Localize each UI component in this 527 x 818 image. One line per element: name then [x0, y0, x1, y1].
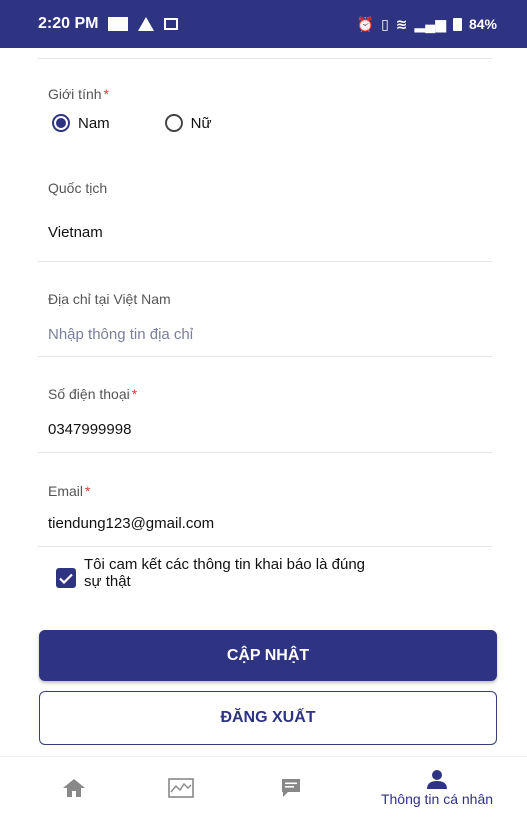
status-bar: 2:20 PM ⏰ ▯ ≋ ▂▄▆ 84%	[0, 0, 527, 48]
gender-radio-group: Nam Nữ	[52, 114, 212, 132]
notification-square-icon	[108, 17, 129, 31]
address-label: Địa chỉ tại Việt Nam	[48, 291, 171, 307]
email-label: Email *	[48, 483, 91, 499]
radio-selected-icon[interactable]	[52, 114, 70, 132]
email-input[interactable]: tiendung123@gmail.com	[48, 515, 214, 532]
address-input[interactable]: Nhập thông tin địa chỉ	[48, 326, 193, 343]
divider	[38, 546, 492, 547]
alert-icon	[138, 17, 155, 31]
wifi-icon: ≋	[395, 15, 408, 32]
phone-input[interactable]: 0347999998	[48, 421, 131, 438]
home-icon	[63, 778, 85, 797]
radio-unselected-icon[interactable]	[164, 114, 183, 132]
chart-icon	[168, 777, 194, 798]
bottom-navigation: Thông tin cá nhân	[0, 756, 527, 818]
divider	[38, 452, 492, 453]
gender-option-nu[interactable]: Nữ	[164, 114, 212, 132]
divider	[38, 58, 492, 59]
gender-option-label: Nữ	[190, 114, 212, 132]
divider	[38, 356, 492, 357]
check-icon	[59, 573, 73, 584]
vibrate-icon: ▯	[381, 15, 389, 32]
person-icon	[427, 769, 447, 789]
nav-chart[interactable]	[159, 757, 203, 818]
image-notification-icon	[164, 18, 179, 30]
commitment-text: Tôi cam kết các thông tin khai báo là đú…	[84, 556, 366, 590]
gender-option-label: Nam	[78, 114, 110, 132]
nationality-field[interactable]: Vietnam	[48, 224, 103, 241]
gender-option-nam[interactable]: Nam	[52, 114, 110, 132]
gender-label: Giới tính *	[48, 86, 109, 102]
nav-home[interactable]	[52, 757, 96, 818]
nationality-label: Quốc tịch	[48, 180, 108, 196]
alarm-icon: ⏰	[356, 15, 375, 32]
logout-button[interactable]: ĐĂNG XUẤT	[39, 691, 497, 745]
phone-label: Số điện thoại *	[48, 386, 138, 402]
signal-icon: ▂▄▆	[414, 15, 446, 32]
nav-profile-label: Thông tin cá nhân	[380, 790, 494, 807]
commitment-checkbox-row[interactable]: Tôi cam kết các thông tin khai báo là đú…	[56, 556, 486, 590]
divider	[38, 261, 492, 262]
message-icon	[282, 778, 300, 797]
update-button[interactable]: CẬP NHẬT	[39, 630, 497, 681]
commitment-checkbox[interactable]	[56, 568, 76, 588]
nav-message[interactable]	[269, 757, 313, 818]
battery-icon	[452, 17, 462, 31]
battery-percent: 84%	[468, 16, 497, 32]
status-time: 2:20 PM	[38, 15, 99, 32]
nav-profile[interactable]: Thông tin cá nhân	[352, 757, 522, 818]
